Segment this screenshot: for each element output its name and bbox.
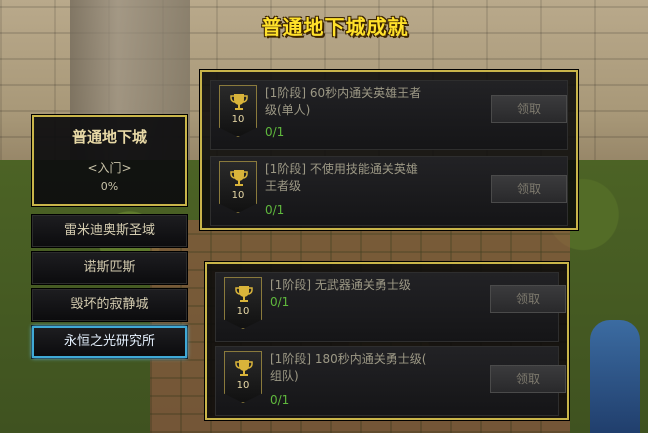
category-panel: 普通地下城 <入门> 0% <box>32 115 187 206</box>
category-stage: <入门> <box>87 161 132 175</box>
achievement-progress: 0/1 <box>265 125 285 139</box>
achievement-text-line: [1阶段] 无武器通关勇士级 <box>270 278 411 292</box>
achievement-badge: 10 <box>219 161 257 213</box>
claim-button[interactable]: 领取 <box>490 285 566 313</box>
achievement-group-hero: 10 [1阶段] 60秒内通关英雄王者 级(单人) 0/1 领取 10 [1阶段… <box>200 70 578 230</box>
achievement-text-line: 级(单人) <box>265 103 311 117</box>
dungeon-item-ruined-silent-city[interactable]: 毁坏的寂静城 <box>32 289 187 321</box>
achievement-badge: 10 <box>219 85 257 137</box>
achievement-text-line: [1阶段] 不使用技能通关英雄 <box>265 162 418 176</box>
achievement-row: 10 [1阶段] 60秒内通关英雄王者 级(单人) 0/1 领取 <box>210 80 568 150</box>
trophy-icon <box>235 360 253 376</box>
trophy-icon <box>235 286 253 302</box>
achievement-description: [1阶段] 60秒内通关英雄王者 级(单人) <box>265 85 485 119</box>
achievement-badge: 10 <box>224 351 262 403</box>
achievement-progress: 0/1 <box>270 295 290 309</box>
achievement-progress: 0/1 <box>270 393 290 407</box>
category-progress: 0% <box>100 180 119 193</box>
achievement-description: [1阶段] 180秒内通关勇士级( 组队) <box>270 351 490 385</box>
achievement-row: 10 [1阶段] 180秒内通关勇士级( 组队) 0/1 领取 <box>215 346 566 416</box>
achievement-description: [1阶段] 无武器通关勇士级 <box>270 277 490 294</box>
achievement-progress: 0/1 <box>265 203 285 217</box>
claim-button[interactable]: 领取 <box>491 175 567 203</box>
achievement-points: 10 <box>236 380 250 391</box>
achievement-points: 10 <box>236 306 250 317</box>
dungeon-item-nospis[interactable]: 诺斯匹斯 <box>32 252 187 284</box>
dungeon-item-remidios[interactable]: 雷米迪奥斯圣域 <box>32 215 187 247</box>
achievement-badge: 10 <box>224 277 262 329</box>
achievement-group-warrior: 10 [1阶段] 无武器通关勇士级 0/1 领取 10 [1阶段] 180秒内通… <box>205 262 569 420</box>
achievement-points: 10 <box>231 190 245 201</box>
claim-button[interactable]: 领取 <box>491 95 567 123</box>
page-title: 普通地下城成就 <box>261 15 409 39</box>
trophy-icon <box>230 170 248 186</box>
achievement-description: [1阶段] 不使用技能通关英雄 王者级 <box>265 161 485 195</box>
achievement-text-line: [1阶段] 60秒内通关英雄王者 <box>265 86 422 100</box>
achievement-row: 10 [1阶段] 无武器通关勇士级 0/1 领取 <box>215 272 566 342</box>
trophy-icon <box>230 94 248 110</box>
achievement-row: 10 [1阶段] 不使用技能通关英雄 王者级 0/1 领取 <box>210 156 568 226</box>
category-title: 普通地下城 <box>71 128 147 146</box>
achievement-text-line: 王者级 <box>265 179 302 193</box>
dungeon-item-eternal-light-lab[interactable]: 永恒之光研究所 <box>32 326 187 358</box>
achievement-text-line: [1阶段] 180秒内通关勇士级( <box>270 352 427 366</box>
background-blue-gate <box>590 320 640 433</box>
achievement-points: 10 <box>231 114 245 125</box>
claim-button[interactable]: 领取 <box>490 365 566 393</box>
achievement-text-line: 组队) <box>270 369 299 383</box>
